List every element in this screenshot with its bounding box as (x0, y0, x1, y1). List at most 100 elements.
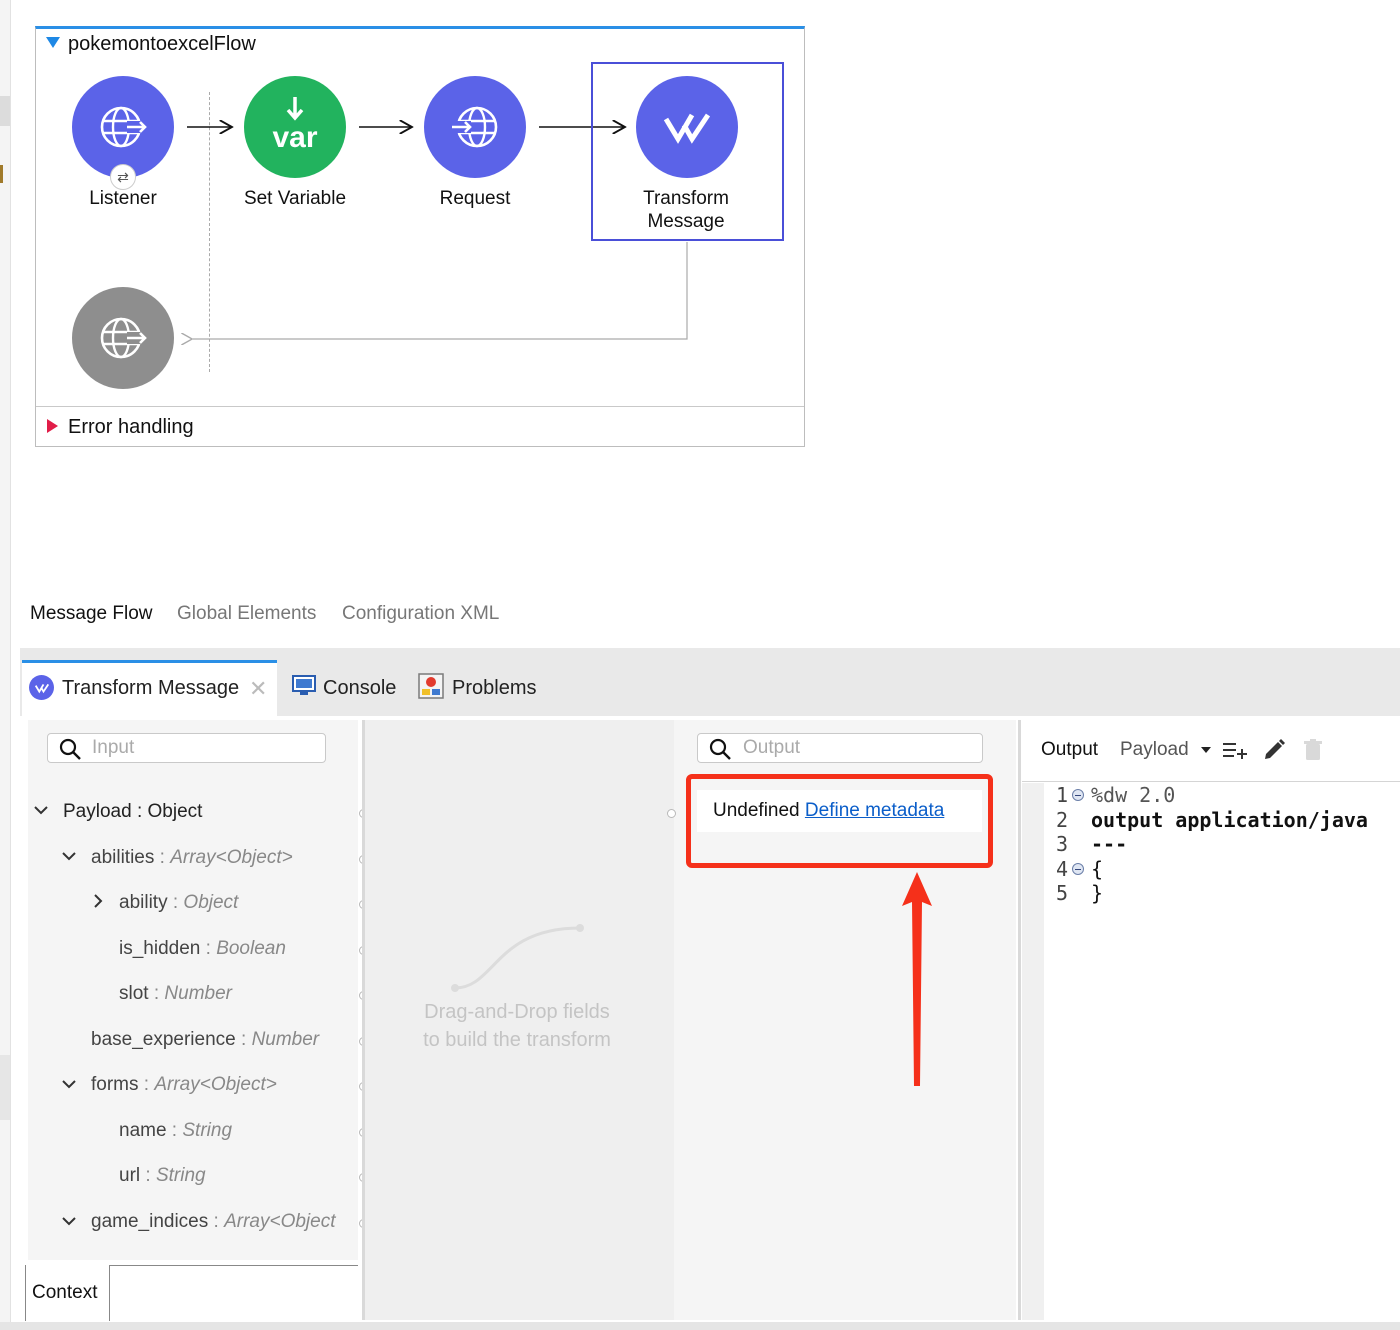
output-search-placeholder: Output (743, 737, 801, 758)
field-name: abilities (91, 847, 155, 868)
field-type: Array<Object> (170, 847, 293, 868)
type-separator: : (140, 1165, 156, 1186)
field-type: String (182, 1120, 233, 1141)
close-icon[interactable]: ✕ (249, 676, 267, 702)
drag-drop-hint: Drag-and-Drop fields to build the transf… (380, 998, 654, 1054)
type-separator: : (167, 892, 184, 913)
node-label: Request (439, 188, 511, 209)
add-target-icon[interactable] (1222, 739, 1248, 761)
down-arrow-icon (286, 97, 304, 121)
console-icon (292, 675, 316, 697)
return-connector (191, 242, 688, 339)
context-tab-border (110, 1265, 358, 1266)
fold-collapse-icon[interactable] (1072, 789, 1084, 801)
tree-node-name[interactable]: name : String (119, 1120, 232, 1142)
code-line: } (1091, 881, 1104, 905)
tab-problems[interactable]: Problems (452, 677, 536, 700)
field-type: Array<Object> (154, 1074, 277, 1095)
line-number: 1 (1056, 783, 1069, 807)
field-type: Object (183, 892, 239, 913)
globe-request-icon (449, 106, 498, 148)
line-number: 5 (1056, 881, 1069, 905)
dataweave-icon (29, 675, 54, 700)
chevron-right-icon[interactable] (92, 893, 104, 914)
field-name: forms (91, 1074, 139, 1095)
error-handling-label[interactable]: Error handling (68, 416, 194, 439)
tree-node-payload[interactable]: Payload : Object (63, 801, 202, 823)
tree-node-forms[interactable]: forms : Array<Object> (91, 1074, 277, 1096)
mapping-port[interactable] (667, 809, 676, 818)
panel-bottom-edge (0, 1322, 1400, 1330)
field-type: Number (164, 983, 232, 1004)
line-number: 3 (1056, 832, 1069, 856)
field-type: Object (147, 801, 203, 822)
globe-icon (100, 106, 149, 148)
editor-left-gutter (1022, 783, 1044, 1320)
search-icon (59, 738, 81, 760)
field-name: base_experience (91, 1029, 236, 1050)
dropdown-caret-icon[interactable] (1200, 745, 1212, 755)
annotation-highlight-box (686, 774, 993, 868)
node-label: Listener (89, 188, 157, 209)
code-line: output application/java (1091, 808, 1368, 832)
tree-node-is-hidden[interactable]: is_hidden : Boolean (119, 938, 286, 960)
tab-transform-message-label: Transform Message (62, 677, 240, 699)
fold-collapse-icon[interactable] (1072, 863, 1084, 875)
var-icon-text: var (272, 121, 318, 154)
search-icon (709, 738, 731, 760)
chevron-down-icon[interactable] (61, 849, 77, 867)
trash-icon (1304, 739, 1322, 760)
chevron-down-icon[interactable] (33, 803, 49, 821)
type-separator: : (166, 1120, 183, 1141)
tree-node-url[interactable]: url : String (119, 1165, 206, 1187)
expand-triangle-icon[interactable] (47, 419, 58, 433)
tab-configuration-xml[interactable]: Configuration XML (342, 603, 499, 625)
chevron-down-icon[interactable] (61, 1077, 77, 1095)
pencil-icon[interactable] (1262, 738, 1286, 762)
type-separator: : (131, 801, 148, 822)
node-label: Set Variable (243, 188, 347, 209)
type-separator: : (138, 1074, 155, 1095)
listener-response-node[interactable] (72, 287, 174, 389)
dataweave-icon (663, 113, 711, 144)
field-name: is_hidden (119, 938, 201, 959)
payload-selector[interactable]: Payload (1120, 739, 1189, 761)
tab-global-elements[interactable]: Global Elements (177, 603, 316, 625)
field-name: name (119, 1120, 167, 1141)
editor-header-divider (1022, 781, 1400, 782)
type-separator: : (235, 1029, 252, 1050)
field-type: String (155, 1165, 206, 1186)
request-node[interactable] (424, 76, 526, 178)
node-label: Transform Message (643, 188, 729, 232)
type-separator: : (208, 1211, 225, 1232)
tree-node-slot[interactable]: slot : Number (119, 983, 232, 1005)
field-name: slot (119, 983, 149, 1004)
tree-node-abilities[interactable]: abilities : Array<Object> (91, 847, 293, 869)
input-search-placeholder: Input (92, 737, 135, 758)
tab-console[interactable]: Console (323, 677, 396, 700)
drag-curve-illustration (451, 924, 584, 992)
annotation-arrow (902, 872, 932, 1086)
field-name: ability (119, 892, 168, 913)
tree-node-game-indices[interactable]: game_indices : Array<Object (91, 1211, 356, 1233)
type-separator: : (200, 938, 217, 959)
listener-node[interactable] (72, 76, 174, 178)
line-number: 2 (1056, 808, 1069, 832)
tab-message-flow[interactable]: Message Flow (30, 603, 153, 625)
input-search-field[interactable] (47, 733, 326, 763)
set-variable-node[interactable]: var (244, 76, 346, 178)
chevron-down-icon[interactable] (61, 1214, 77, 1232)
error-section-divider (36, 406, 804, 407)
hint-line-2: to build the transform (423, 1029, 611, 1051)
output-label: Output (1041, 739, 1099, 760)
tree-node-base-experience[interactable]: base_experience : Number (91, 1029, 319, 1051)
type-separator: : (148, 983, 165, 1004)
output-search-field[interactable] (697, 733, 983, 763)
code-line: { (1091, 857, 1104, 881)
tree-node-ability[interactable]: ability : Object (119, 892, 238, 914)
transform-message-node[interactable] (636, 76, 738, 178)
field-type: Array<Object (224, 1211, 336, 1232)
tab-context-label: Context (32, 1282, 98, 1303)
field-name: Payload (63, 801, 132, 822)
globe-icon (100, 317, 149, 359)
